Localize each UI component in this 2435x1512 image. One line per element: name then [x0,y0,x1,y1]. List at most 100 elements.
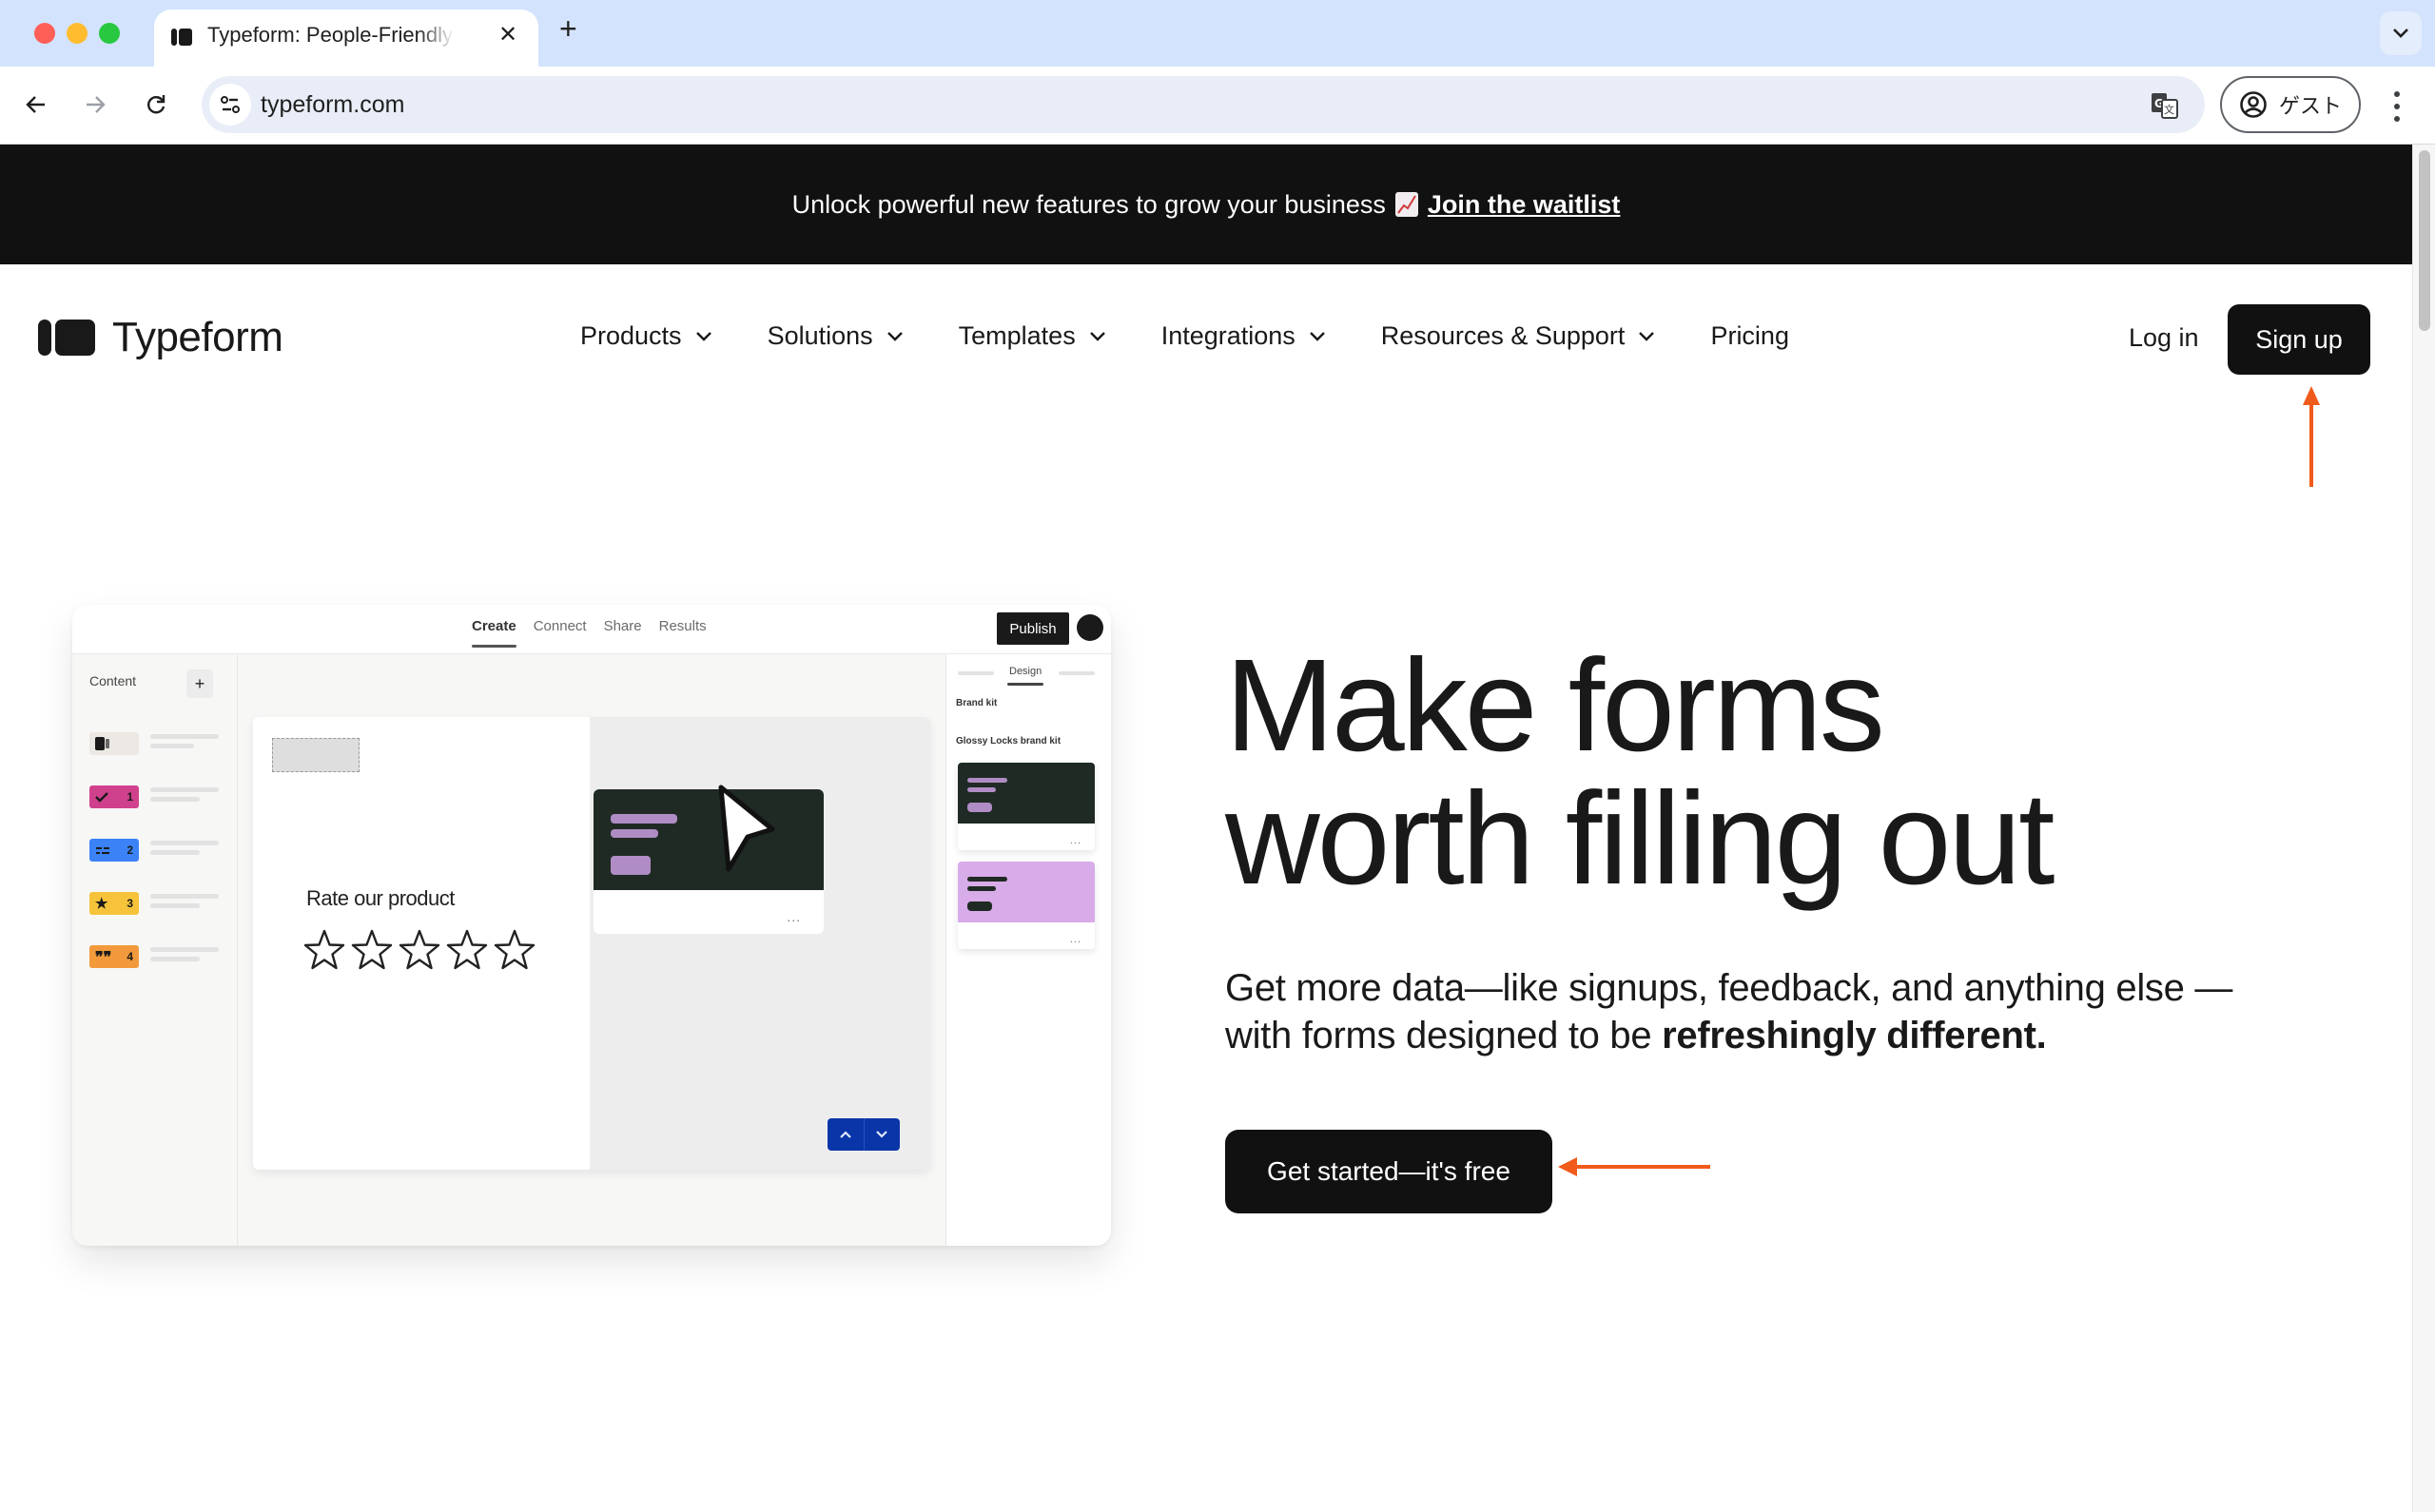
svg-text:文: 文 [2164,103,2174,116]
mockup-publish-button: Publish [997,612,1069,645]
chevron-down-icon [863,1118,901,1151]
chevron-down-icon [886,331,903,341]
quote-icon: ❞❞ [95,947,112,966]
hero-subtitle-emphasis: refreshingly different. [1662,1015,2047,1056]
announcement-banner: Unlock powerful new features to grow you… [0,145,2412,264]
question-number: 2 [127,843,133,857]
mockup-content-label: Content [89,673,137,688]
mockup-topbar: Create Connect Share Results Publish [72,605,1111,654]
scrollbar-thumb[interactable] [2419,150,2430,331]
nav-products[interactable]: Products [580,321,712,351]
mockup-question-3: ★ 3 [89,892,139,915]
new-tab-icon[interactable]: + [559,13,577,44]
mockup-question-lines [150,787,219,806]
page-scrollbar[interactable] [2412,145,2435,1512]
nav-solutions[interactable]: Solutions [768,321,904,351]
mockup-question-lines [150,841,219,860]
mockup-tab-create: Create [472,618,516,648]
mockup-question-card: Rate our product [253,717,590,1170]
mockup-brand-kit-label: Brand kit [956,698,998,708]
typeform-logo-icon [38,320,95,356]
mockup-question-1: 1 [89,785,139,808]
nav-label: Integrations [1160,321,1295,350]
more-dots-icon: ... [787,909,801,924]
mockup-tab-results: Results [658,618,707,634]
address-bar[interactable]: typeform.com G文 [202,76,2205,133]
translate-icon[interactable]: G文 [2150,91,2180,125]
chart-increasing-icon [1394,192,1418,217]
mockup-content-panel: Content + 1 2 ★ 3 ❞❞ 4 [72,654,238,1246]
rating-star-icon [303,929,345,970]
chevron-down-icon [695,331,711,341]
nav-pricing[interactable]: Pricing [1710,321,1789,351]
typeform-logo[interactable]: Typeform [38,314,283,361]
forward-arrow-icon[interactable] [76,86,114,124]
mockup-theme-preview [594,789,824,890]
window-maximize-button[interactable] [99,23,120,44]
logo-text: Typeform [112,314,283,360]
nav-templates[interactable]: Templates [959,321,1106,351]
mockup-rating-stars [302,928,536,972]
window-minimize-button[interactable] [67,23,88,44]
nav-integrations[interactable]: Integrations [1161,321,1326,351]
more-dots-icon: ... [1069,835,1081,846]
mockup-brand-kit-name: Glossy Locks brand kit [956,736,1062,746]
window-close-button[interactable] [34,23,55,44]
nav-label: Products [580,321,682,350]
mockup-design-panel: Design Brand kit Glossy Locks brand kit … [945,654,1111,1246]
mockup-theme-dark: ... [958,763,1095,850]
question-number: 3 [127,897,133,910]
chevron-down-icon [1639,331,1655,341]
page-viewport: Unlock powerful new features to grow you… [0,145,2412,1512]
site-info-icon[interactable] [209,84,251,126]
url-text[interactable]: typeform.com [261,91,404,119]
more-menu-icon[interactable] [2387,87,2406,126]
close-tab-icon[interactable]: ✕ [498,21,517,48]
mockup-add-icon: + [186,669,213,698]
mockup-avatar [1077,614,1103,641]
mockup-logo-placeholder [272,738,360,772]
cursor-pointer-icon [718,785,775,872]
nav-resources-support[interactable]: Resources & Support [1381,321,1656,351]
chevron-down-icon [1089,331,1105,341]
mockup-tab-share: Share [603,618,642,634]
profile-label: ゲスト [2279,95,2343,119]
tab-title: Typeform: People-Friendly Forms and Surv… [207,23,455,47]
join-waitlist-link[interactable]: Join the waitlist [1428,190,1621,220]
profile-button[interactable]: ゲスト [2220,76,2361,133]
rating-star-icon [399,929,440,970]
tab-search-icon[interactable] [2380,11,2422,55]
product-mockup: Create Connect Share Results Publish Con… [72,605,1111,1246]
browser-tab[interactable]: Typeform: People-Friendly Forms and Surv… [154,10,538,67]
nav-label: Resources & Support [1380,321,1626,350]
nav-label: Templates [958,321,1076,350]
mockup-theme-lilac: ... [958,862,1095,949]
mockup-canvas: Rate our product ... [253,717,930,1170]
nav-label: Solutions [767,321,873,350]
mockup-question-text: Rate our product [306,886,455,910]
profile-icon [2240,91,2267,118]
mockup-tab-connect: Connect [533,618,587,634]
mockup-preview-area: ... [590,717,930,1170]
short-text-icon [96,847,109,854]
main-nav: Products Solutions Templates Integration… [580,321,1844,351]
mockup-question-lines [150,734,219,753]
get-started-button[interactable]: Get started—it's free [1225,1130,1552,1213]
hero-title: Make forms worth filling out [1225,639,2055,905]
signup-button[interactable]: Sign up [2228,304,2370,375]
mockup-tab-placeholder [958,671,994,675]
hero-title-line-2: worth filling out [1225,766,2055,912]
mockup-question-4: ❞❞ 4 [89,945,139,968]
back-arrow-icon[interactable] [17,86,55,124]
reload-icon[interactable] [137,86,175,124]
hero-title-line-1: Make forms [1225,632,1885,779]
login-link[interactable]: Log in [2129,323,2199,353]
browser-tab-bar: Typeform: People-Friendly Forms and Surv… [0,0,2435,67]
question-number: 1 [127,790,133,804]
mockup-design-tab: Design [1006,666,1044,686]
mockup-question-lines [150,894,219,913]
mockup-question-welcome [89,732,139,755]
nav-label: Pricing [1710,321,1789,350]
annotation-arrow-up-icon [2303,386,2320,487]
hero-subtitle: Get more data—like signups, feedback, an… [1225,964,2233,1059]
